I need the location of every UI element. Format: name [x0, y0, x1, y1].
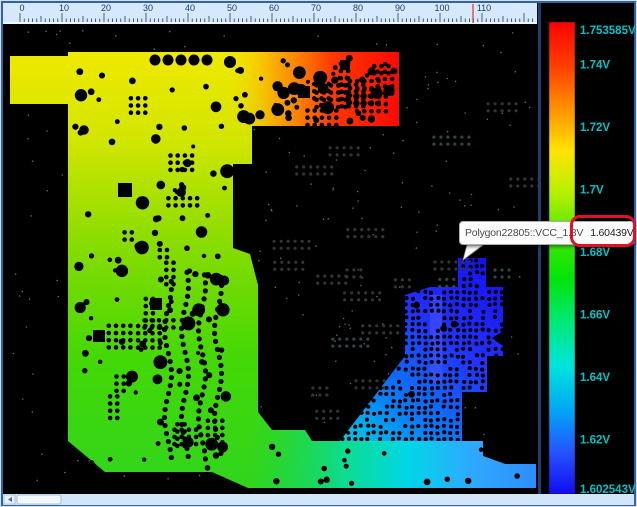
scale-value-label: 1.72V [580, 122, 610, 134]
scale-value-label: 1.64V [580, 372, 610, 384]
ruler-label: 0 [19, 3, 24, 13]
ruler-label: 90 [395, 3, 405, 13]
scale-value-label: 1.753585V [580, 25, 636, 37]
color-scale-bar [549, 22, 575, 494]
horizontal-scrollbar[interactable] [3, 494, 634, 505]
pcb-voltage-viewer: 0 10 20 30 40 50 60 70 80 90 100 110 1.753585V 1.74V… [0, 0, 637, 507]
ruler-label: 80 [353, 3, 363, 13]
ruler-label: 30 [143, 3, 153, 13]
scrollbar-thumb[interactable] [17, 495, 61, 504]
ruler-label: 10 [59, 3, 69, 13]
panel-separator [538, 3, 541, 494]
ruler-label: 70 [311, 3, 321, 13]
scale-value-label: 1.66V [580, 309, 610, 321]
ruler-label: 110 [477, 3, 491, 13]
scale-value-label: 1.7V [580, 184, 604, 196]
scrollbar-track[interactable] [3, 494, 634, 505]
tooltip-net-name: Polygon22805::VCC_1.8V [465, 227, 583, 239]
horizontal-ruler: 0 10 20 30 40 50 60 70 80 90 100 110 [3, 3, 537, 24]
scale-value-label: 1.68V [580, 247, 610, 259]
ruler-label: 20 [101, 3, 111, 13]
ruler-label: 40 [185, 3, 195, 13]
value-highlight-annotation [570, 215, 636, 247]
ruler-label: 50 [227, 3, 237, 13]
scale-value-label: 1.74V [580, 59, 610, 71]
scale-value-label: 1.62V [580, 434, 610, 446]
ruler-label: 100 [434, 3, 449, 13]
ruler-lower-strip [3, 22, 537, 24]
ruler-label: 60 [269, 3, 279, 13]
